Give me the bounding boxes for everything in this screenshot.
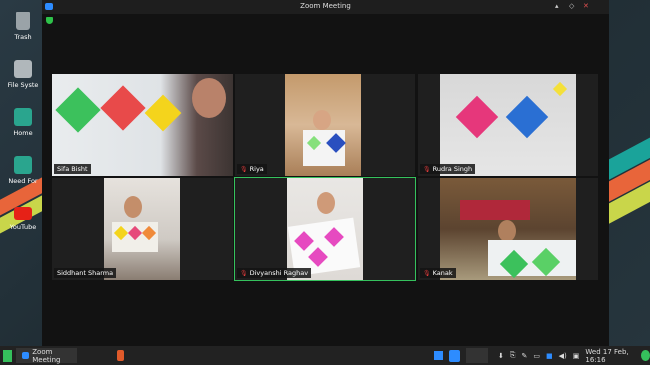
participant-name: Riya xyxy=(249,165,264,173)
participant-video xyxy=(285,74,361,176)
edit-icon[interactable]: ✎ xyxy=(522,352,528,360)
participant-name: Rudra Singh xyxy=(432,165,473,173)
muted-mic-icon: 🎙 xyxy=(423,165,431,173)
zoom-window: Zoom Meeting ▴ ◇ ✕ Sifa Bisht 🎙 Riya 🎙 Rud xyxy=(42,0,609,346)
drive-icon xyxy=(14,60,32,78)
participant-name: Siddhant Sharma xyxy=(57,269,114,277)
participant-name: Sifa Bisht xyxy=(57,165,88,173)
participant-name: Kanak xyxy=(432,269,453,277)
desktop-icon-label: Home xyxy=(13,129,33,137)
window-titlebar[interactable]: Zoom Meeting ▴ ◇ ✕ xyxy=(42,0,609,14)
kite-drawing xyxy=(552,81,568,97)
desktop-icon-label: File Syste xyxy=(7,81,39,89)
taskbar-app-zoom[interactable]: Zoom Meeting xyxy=(16,347,78,364)
kite-drawing xyxy=(100,85,146,131)
kite-paper xyxy=(488,240,576,276)
participant-video xyxy=(440,178,576,280)
taskbar-app-label: Zoom Meeting xyxy=(32,347,61,364)
video-tile[interactable]: 🎙 Rudra Singh xyxy=(418,74,598,176)
taskbar: Zoom Meeting ⬇ ⎘ ✎ ▭ ■ ◀) ▣ Wed 17 Feb, … xyxy=(0,346,650,365)
trash-icon xyxy=(16,12,30,30)
muted-mic-icon: 🎙 xyxy=(240,269,248,277)
brave-browser-icon[interactable] xyxy=(117,350,125,361)
folder-icon xyxy=(14,156,32,174)
participant-nametag: 🎙 Divyanshi Raghav xyxy=(237,268,312,278)
desktop-icon-youtube[interactable]: YouTube xyxy=(0,204,46,231)
taskbar-clock[interactable]: Wed 17 Feb, 16:16 xyxy=(585,348,636,364)
desktop-icon-label: Trash xyxy=(14,33,32,41)
workspace-switcher[interactable] xyxy=(466,348,489,363)
encryption-shield-icon[interactable] xyxy=(46,17,53,24)
desktop-icon-home[interactable]: Home xyxy=(0,108,46,137)
screen-icon[interactable]: ▭ xyxy=(533,352,540,360)
participant-video xyxy=(287,178,363,280)
kite-drawing xyxy=(455,95,499,139)
video-tile[interactable]: 🎙 Kanak xyxy=(418,178,598,280)
muted-mic-icon: 🎙 xyxy=(423,269,431,277)
download-icon[interactable]: ⬇ xyxy=(498,352,504,360)
video-tile[interactable]: 🎙 Riya xyxy=(235,74,415,176)
participant-nametag: 🎙 Kanak xyxy=(420,268,456,278)
wall-frame xyxy=(460,200,530,220)
kite-drawing xyxy=(55,87,101,133)
participant-nametag: 🎙 Rudra Singh xyxy=(420,164,476,174)
youtube-icon xyxy=(14,207,32,220)
zoom-tray-icon[interactable]: ■ xyxy=(546,352,553,360)
volume-icon[interactable]: ◀) xyxy=(559,352,567,360)
participant-nametag: Siddhant Sharma xyxy=(54,268,117,278)
window-title: Zoom Meeting xyxy=(300,2,351,10)
attachment-icon[interactable]: ⎘ xyxy=(510,351,516,360)
desktop-icon-label: Need For xyxy=(8,177,38,185)
participant-face xyxy=(313,110,331,130)
network-icon[interactable]: ▣ xyxy=(573,352,580,360)
desktop-icon-trash[interactable]: Trash xyxy=(0,12,46,41)
desktop-icon-needfor[interactable]: Need For xyxy=(0,156,46,185)
manjaro-menu-icon[interactable] xyxy=(3,349,13,362)
desktop-icon-label: YouTube xyxy=(9,223,37,231)
zoom-launcher-icon[interactable] xyxy=(434,351,444,360)
participant-face xyxy=(498,220,516,242)
video-tile-active-speaker[interactable]: 🎙 Divyanshi Raghav xyxy=(234,177,416,281)
participant-nametag: 🎙 Riya xyxy=(237,164,267,174)
participant-face xyxy=(317,192,335,214)
video-tile[interactable]: Sifa Bisht xyxy=(52,74,233,176)
system-tray: ⬇ ⎘ ✎ ▭ ■ ◀) ▣ xyxy=(492,351,579,360)
home-folder-icon xyxy=(14,108,32,126)
participant-video xyxy=(104,178,180,280)
participant-video xyxy=(440,74,576,176)
close-button[interactable]: ✕ xyxy=(583,2,589,10)
participant-nametag: Sifa Bisht xyxy=(54,164,91,174)
participant-face xyxy=(124,196,142,218)
minimize-button[interactable]: ▴ xyxy=(555,2,559,10)
kite-drawing xyxy=(144,94,182,132)
kite-drawing xyxy=(505,95,549,139)
muted-mic-icon: 🎙 xyxy=(240,165,248,173)
participant-name: Divyanshi Raghav xyxy=(249,269,309,277)
maximize-button[interactable]: ◇ xyxy=(569,2,574,10)
zoom-active-icon[interactable] xyxy=(449,349,461,362)
participant-face xyxy=(192,78,226,118)
power-icon[interactable] xyxy=(641,350,650,361)
video-tile[interactable]: Siddhant Sharma xyxy=(52,178,233,280)
desktop-icon-filesystem[interactable]: File Syste xyxy=(0,60,46,89)
participant-video xyxy=(52,74,233,176)
zoom-app-icon xyxy=(22,352,30,359)
